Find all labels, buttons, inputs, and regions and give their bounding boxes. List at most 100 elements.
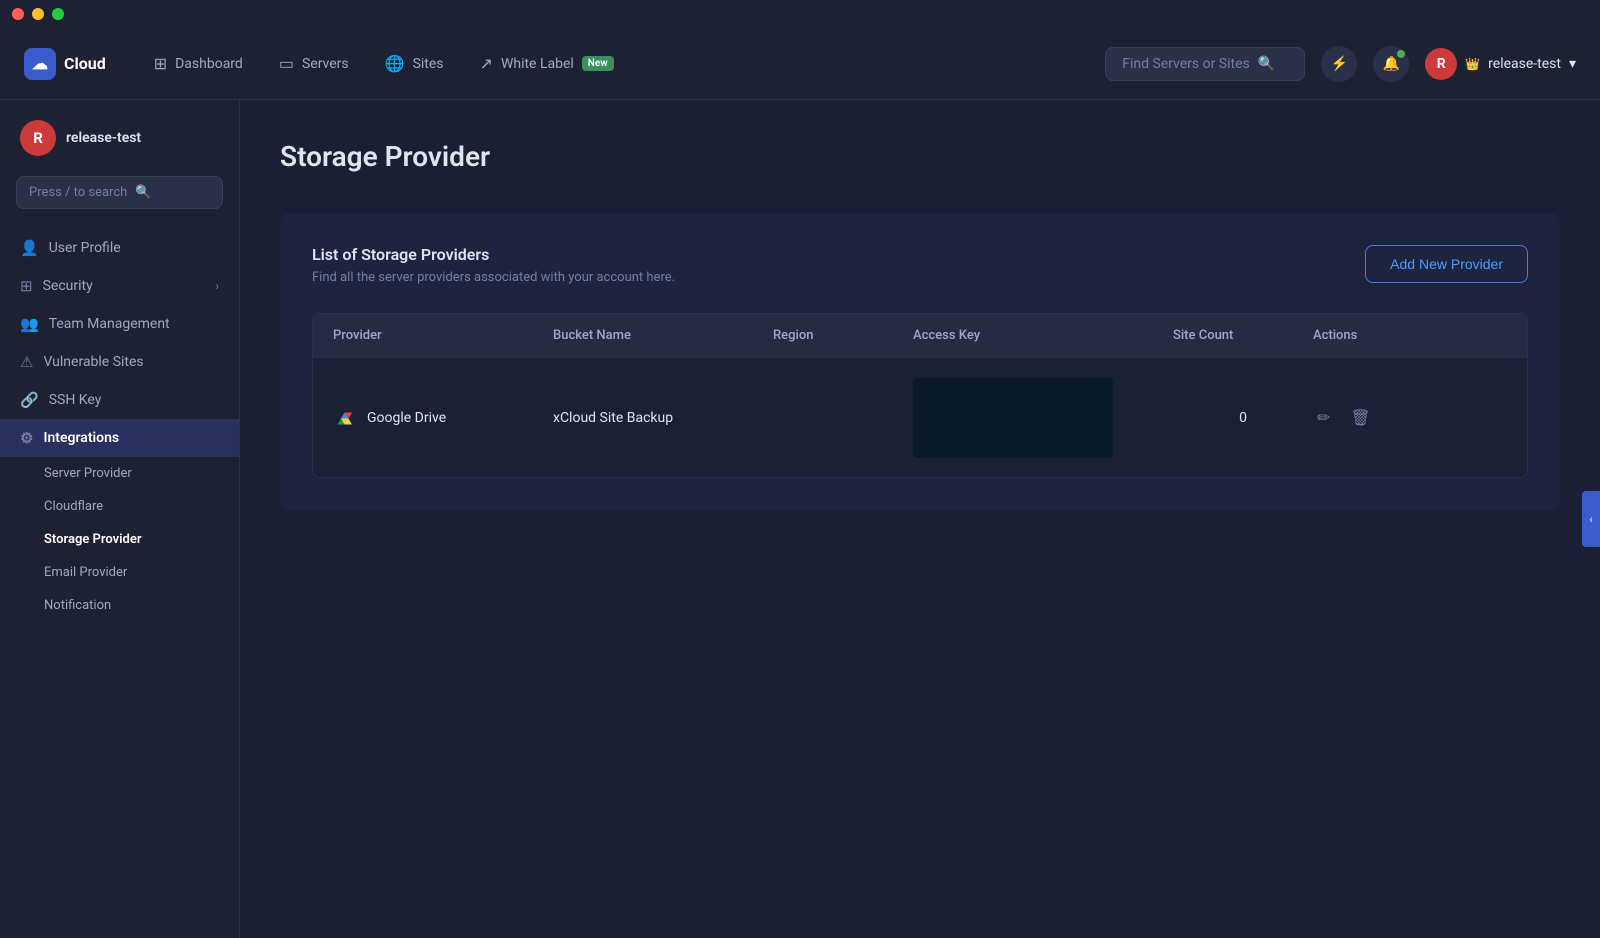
sidebar-sub-item-cloudflare[interactable]: Cloudflare: [0, 490, 239, 523]
vulnerable-icon: ⚠: [20, 353, 33, 371]
chevron-left-icon: ‹: [1589, 513, 1592, 526]
sidebar-search-text: Press / to search: [29, 185, 127, 200]
sidebar-item-left-team: 👥 Team Management: [20, 315, 170, 333]
search-icon: 🔍: [1258, 56, 1275, 72]
servers-icon: ▭: [279, 54, 294, 73]
add-provider-button[interactable]: Add New Provider: [1365, 245, 1528, 283]
storage-providers-card: List of Storage Providers Find all the s…: [280, 213, 1560, 510]
main-content: Storage Provider List of Storage Provide…: [240, 100, 1600, 938]
user-chevron-icon: ▾: [1569, 56, 1576, 72]
sidebar-avatar: R: [20, 120, 56, 156]
sidebar-item-left-security: ⊞ Security: [20, 277, 93, 295]
sidebar-sub-notification-label: Notification: [44, 598, 111, 613]
white-label-icon: ↗: [480, 54, 493, 73]
th-site-count: Site Count: [1173, 328, 1313, 343]
sidebar-sub-email-provider-label: Email Provider: [44, 565, 127, 580]
logo-icon: ☁: [24, 48, 56, 80]
sidebar-item-team-label: Team Management: [49, 316, 170, 332]
actions-cell: ✏ 🗑: [1313, 404, 1507, 432]
sidebar-item-security-label: Security: [43, 278, 93, 294]
nav-item-servers[interactable]: ▭ Servers: [263, 46, 365, 81]
th-region: Region: [773, 328, 913, 343]
table-header: Provider Bucket Name Region Access Key S…: [313, 314, 1527, 357]
th-bucket-name: Bucket Name: [553, 328, 773, 343]
notifications-button[interactable]: 🔔: [1373, 46, 1409, 82]
integrations-icon: ⚙: [20, 429, 33, 447]
access-key-cell: [913, 378, 1173, 458]
sidebar-sub-item-storage-provider[interactable]: Storage Provider: [0, 523, 239, 556]
th-access-key: Access Key: [913, 328, 1173, 343]
activity-icon: ⚡: [1330, 56, 1347, 72]
sidebar-item-integrations[interactable]: ⚙ Integrations: [0, 419, 239, 457]
card-title: List of Storage Providers: [312, 245, 675, 264]
white-label-badge: New: [582, 56, 614, 71]
sidebar-user-initial: R: [33, 129, 43, 147]
main-wrapper: Storage Provider List of Storage Provide…: [240, 100, 1600, 938]
team-icon: 👥: [20, 315, 39, 333]
google-drive-icon: [333, 406, 357, 430]
site-count-cell: 0: [1173, 410, 1313, 426]
nav-items: ⊞ Dashboard ▭ Servers 🌐 Sites ↗ White La…: [138, 46, 1106, 81]
delete-button[interactable]: 🗑: [1346, 404, 1374, 432]
sidebar-item-vulnerable-label: Vulnerable Sites: [43, 354, 143, 370]
logo-text: Cloud: [64, 54, 106, 73]
card-header: List of Storage Providers Find all the s…: [312, 245, 1528, 285]
crown-icon: 👑: [1465, 57, 1480, 71]
nav-item-dashboard-label: Dashboard: [175, 56, 243, 72]
sidebar-item-ssh-label: SSH Key: [49, 392, 102, 408]
sidebar-search-icon: 🔍: [135, 185, 151, 200]
access-key-redacted: [913, 378, 1113, 458]
sidebar-item-left-ssh: 🔗 SSH Key: [20, 391, 101, 409]
sidebar-item-ssh-key[interactable]: 🔗 SSH Key: [0, 381, 239, 419]
user-name: release-test: [1488, 56, 1561, 72]
edit-button[interactable]: ✏: [1313, 404, 1334, 432]
nav-item-sites[interactable]: 🌐 Sites: [369, 46, 460, 81]
table-row: Google Drive xCloud Site Backup 0: [313, 357, 1527, 477]
main-layout: R release-test Press / to search 🔍 👤 Use…: [0, 100, 1600, 938]
dashboard-icon: ⊞: [154, 54, 167, 73]
titlebar-dot-green[interactable]: [52, 8, 64, 20]
nav-item-dashboard[interactable]: ⊞ Dashboard: [138, 46, 259, 81]
security-icon: ⊞: [20, 277, 33, 295]
nav-item-servers-label: Servers: [302, 56, 349, 72]
sidebar-search[interactable]: Press / to search 🔍: [16, 176, 223, 209]
global-search-placeholder: Find Servers or Sites: [1122, 56, 1250, 72]
sidebar-user: R release-test: [0, 120, 239, 176]
sidebar-item-user-profile[interactable]: 👤 User Profile: [0, 229, 239, 267]
sidebar-item-left-vulnerable: ⚠ Vulnerable Sites: [20, 353, 144, 371]
th-provider: Provider: [333, 328, 553, 343]
card-header-text: List of Storage Providers Find all the s…: [312, 245, 675, 285]
provider-name: Google Drive: [367, 410, 446, 426]
sidebar-sub-item-server-provider[interactable]: Server Provider: [0, 457, 239, 490]
titlebar: [0, 0, 1600, 28]
site-count-value: 0: [1239, 410, 1247, 426]
sidebar: R release-test Press / to search 🔍 👤 Use…: [0, 100, 240, 938]
sidebar-item-security[interactable]: ⊞ Security ›: [0, 267, 239, 305]
notification-dot: [1397, 50, 1405, 58]
sites-icon: 🌐: [385, 54, 405, 73]
ssh-icon: 🔗: [20, 391, 39, 409]
right-sidebar-toggle[interactable]: ‹: [1582, 491, 1600, 547]
security-chevron-icon: ›: [215, 279, 219, 293]
user-menu[interactable]: R 👑 release-test ▾: [1425, 48, 1576, 80]
sidebar-item-team-management[interactable]: 👥 Team Management: [0, 305, 239, 343]
th-actions: Actions: [1313, 328, 1507, 343]
global-search[interactable]: Find Servers or Sites 🔍: [1105, 47, 1305, 81]
sidebar-nav: 👤 User Profile ⊞ Security › 👥 Team Manag…: [0, 229, 239, 622]
activity-button[interactable]: ⚡: [1321, 46, 1357, 82]
sidebar-item-vulnerable-sites[interactable]: ⚠ Vulnerable Sites: [0, 343, 239, 381]
sidebar-sub-server-provider-label: Server Provider: [44, 466, 132, 481]
sidebar-username: release-test: [66, 130, 141, 146]
titlebar-dot-yellow[interactable]: [32, 8, 44, 20]
sidebar-sub-item-notification[interactable]: Notification: [0, 589, 239, 622]
sidebar-item-left-user-profile: 👤 User Profile: [20, 239, 121, 257]
sidebar-item-left-integrations: ⚙ Integrations: [20, 429, 119, 447]
user-avatar: R: [1425, 48, 1457, 80]
nav-item-white-label[interactable]: ↗ White Label New: [464, 46, 630, 81]
titlebar-dot-red[interactable]: [12, 8, 24, 20]
bucket-name-value: xCloud Site Backup: [553, 410, 673, 426]
provider-cell: Google Drive: [333, 406, 553, 430]
sidebar-sub-item-email-provider[interactable]: Email Provider: [0, 556, 239, 589]
logo[interactable]: ☁ Cloud: [24, 48, 106, 80]
storage-providers-table: Provider Bucket Name Region Access Key S…: [312, 313, 1528, 478]
